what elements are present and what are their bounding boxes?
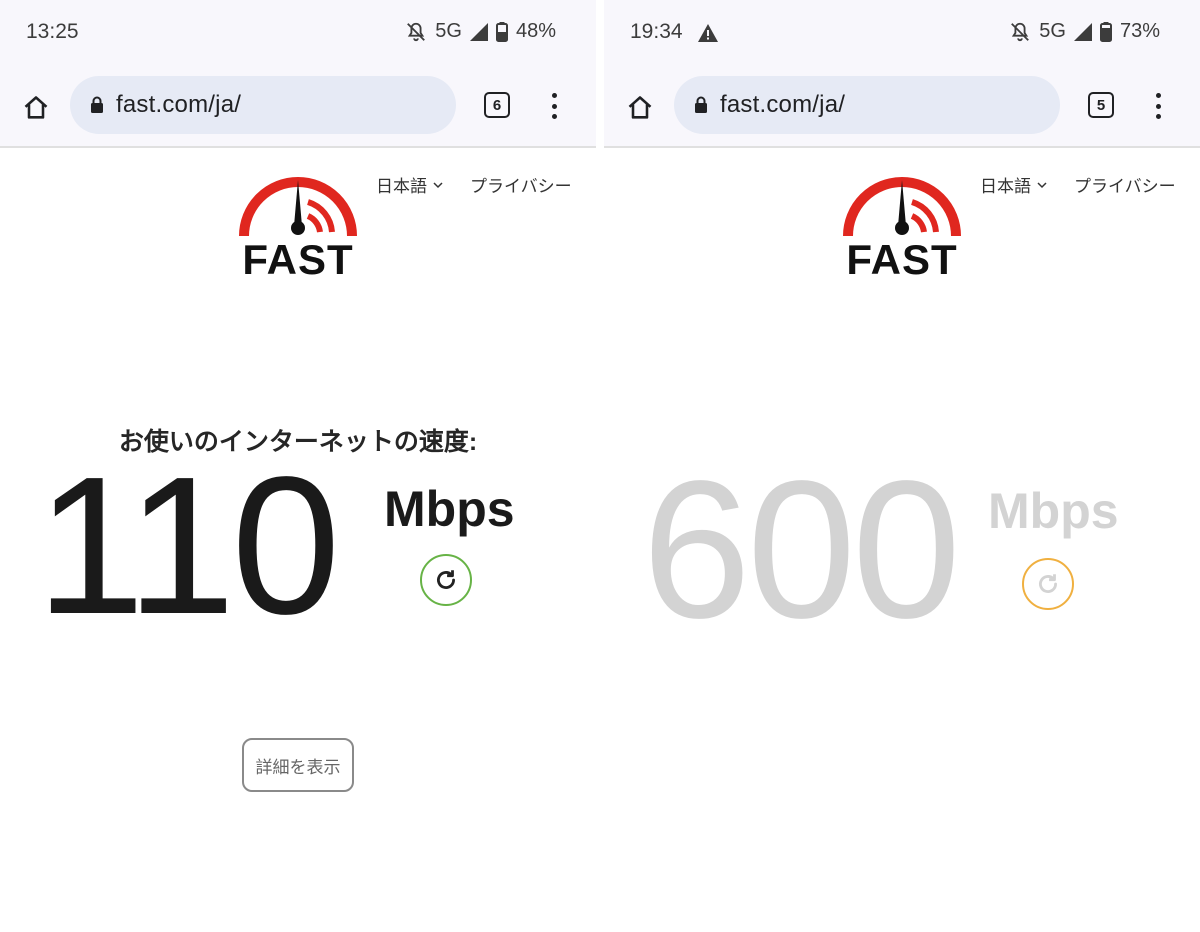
logo-text: FAST — [846, 236, 958, 283]
battery-icon — [495, 21, 508, 42]
reload-icon — [1039, 574, 1057, 593]
url-text: fast.com/ja/ — [116, 91, 242, 118]
warning-icon — [698, 24, 718, 47]
address-bar[interactable]: fast.com/ja/ — [70, 76, 456, 134]
home-icon — [628, 96, 652, 119]
home-button[interactable] — [620, 88, 660, 128]
retest-button[interactable] — [1022, 558, 1074, 610]
browser-toolbar: fast.com/ja/ 5 — [604, 64, 1200, 148]
tab-switcher-button[interactable]: 5 — [1088, 92, 1114, 118]
phone-screenshot-right: 19:34 5G 73% fast.com/ja/ 5 日本語 プライバシー F… — [604, 0, 1200, 932]
battery-percent: 48% — [515, 20, 556, 42]
language-selector[interactable]: 日本語 — [980, 172, 1047, 197]
network-type: 5G — [1039, 20, 1066, 42]
home-button[interactable] — [16, 88, 56, 128]
network-type: 5G — [435, 20, 462, 42]
more-menu-button[interactable] — [544, 90, 564, 122]
menu-dot — [1155, 114, 1161, 119]
menu-dot — [1155, 103, 1161, 109]
address-bar[interactable]: fast.com/ja/ — [674, 76, 1060, 134]
chevron-down-icon — [1037, 181, 1047, 188]
privacy-link[interactable]: プライバシー — [1074, 172, 1176, 197]
reload-icon — [437, 570, 455, 589]
speed-unit: Mbps — [384, 481, 515, 537]
silent-bell-icon — [1009, 21, 1031, 43]
status-bar: 13:25 5G 48% — [0, 0, 596, 64]
lock-icon — [694, 96, 708, 114]
fast-logo: FAST — [840, 166, 964, 283]
battery-icon — [1099, 21, 1112, 42]
tab-switcher-button[interactable]: 6 — [484, 92, 510, 118]
fast-logo: FAST — [236, 166, 360, 283]
language-label: 日本語 — [980, 177, 1031, 196]
speed-unit: Mbps — [988, 483, 1119, 539]
show-details-button[interactable]: 詳細を表示 — [242, 738, 354, 792]
lock-icon — [90, 96, 104, 114]
page-content: 日本語 プライバシー FAST 600 Mbps — [604, 150, 1200, 932]
more-menu-button[interactable] — [1148, 90, 1168, 122]
privacy-link[interactable]: プライバシー — [470, 172, 572, 197]
language-label: 日本語 — [376, 177, 427, 196]
signal-icon — [469, 22, 488, 41]
signal-icon — [1073, 22, 1092, 41]
phone-screenshot-left: 13:25 5G 48% fast.com/ja/ 6 日本語 プライバシー F… — [0, 0, 596, 932]
home-icon — [24, 96, 48, 119]
battery-percent: 73% — [1119, 20, 1160, 42]
url-text: fast.com/ja/ — [720, 91, 846, 118]
status-time: 19:34 — [630, 20, 683, 43]
logo-text: FAST — [242, 236, 354, 283]
status-icons: 5G 73% — [1009, 20, 1160, 43]
menu-dot — [1155, 93, 1161, 98]
menu-dot — [551, 93, 557, 98]
chevron-down-icon — [433, 181, 443, 188]
status-bar: 19:34 5G 73% — [604, 0, 1200, 64]
language-selector[interactable]: 日本語 — [376, 172, 443, 197]
browser-toolbar: fast.com/ja/ 6 — [0, 64, 596, 148]
silent-bell-icon — [405, 21, 427, 43]
page-content: 日本語 プライバシー FAST お使いのインターネットの速度: 110 Mbps… — [0, 150, 596, 932]
panel-divider — [596, 0, 604, 932]
retest-button[interactable] — [420, 554, 472, 606]
speed-value: 110 — [36, 436, 340, 655]
status-time: 13:25 — [26, 20, 79, 43]
menu-dot — [551, 103, 557, 109]
menu-dot — [551, 114, 557, 119]
status-icons: 5G 48% — [405, 20, 556, 43]
speed-value: 600 — [642, 440, 961, 659]
